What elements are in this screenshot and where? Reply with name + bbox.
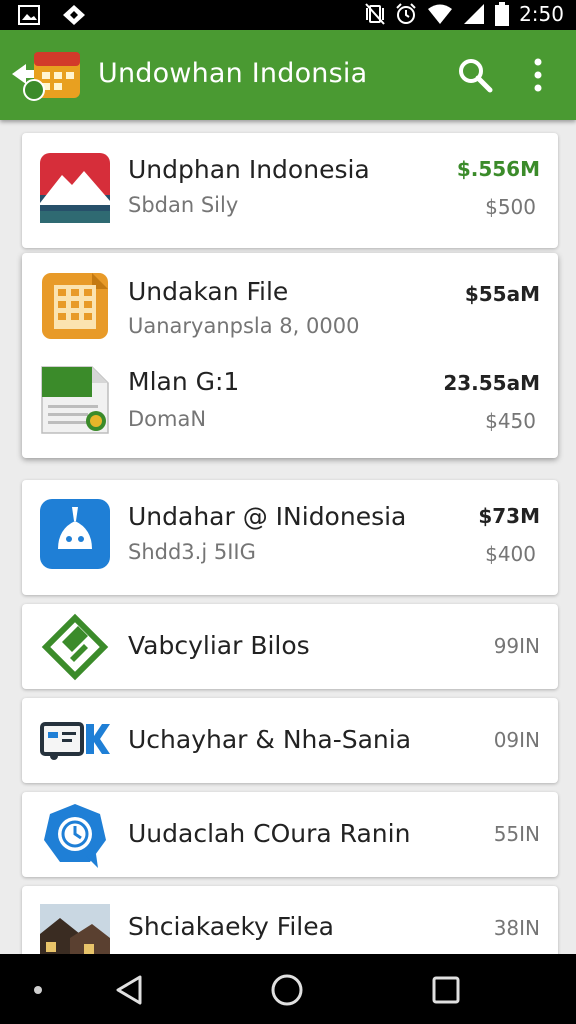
chat-clock-icon [44, 804, 106, 868]
app-bar: Undowhan Indonsia [0, 30, 576, 120]
home-icon[interactable] [270, 973, 304, 1007]
item-subtitle: DomaN [128, 407, 207, 431]
back-icon[interactable] [114, 974, 144, 1006]
list-item[interactable]: Uchayhar & Nha-Sania 09IN [22, 698, 558, 783]
item-value: $55aM [464, 282, 540, 306]
item-name: Mlan G:1 [128, 367, 240, 396]
item-name: Vabcyliar Bilos [128, 631, 310, 660]
item-value: $.556M [456, 157, 540, 181]
item-name: Undphan Indonesia [128, 155, 370, 184]
item-name: Uudaclah COura Ranin [128, 819, 411, 848]
app-title: Undowhan Indonsia [98, 58, 368, 89]
green-diamond-icon [41, 613, 109, 681]
list-item[interactable]: Undahar @ INidonesia Shdd3.j 5IIG $73M $… [22, 480, 558, 595]
alarm-icon [396, 3, 416, 24]
list-item[interactable]: Vabcyliar Bilos 99IN [22, 604, 558, 689]
item-name: Shciakaeky Filea [128, 912, 334, 941]
list-card: Undphan Indonesia Sbdan Sily $.556M $500 [22, 133, 558, 248]
list-item[interactable]: Mlan G:1 DomaN 23.55aM $450 [22, 353, 558, 458]
dot-icon [34, 986, 42, 994]
item-value: $73M [478, 504, 540, 528]
item-subtitle: Sbdan Sily [128, 193, 239, 217]
vibrate-icon [365, 3, 385, 25]
item-name: Undahar @ INidonesia [128, 502, 407, 531]
item-size: 55IN [493, 822, 540, 846]
item-name: Uchayhar & Nha-Sania [128, 725, 412, 754]
photo-icon [18, 5, 40, 25]
list-item[interactable]: Undphan Indonesia Sbdan Sily $.556M $500 [22, 133, 558, 248]
item-size: 99IN [493, 634, 540, 658]
list-card: Undakan File Uanaryanpsla 8, 0000 $55aM … [22, 253, 558, 458]
item-name: Undakan File [128, 277, 289, 306]
more-options-icon[interactable] [524, 56, 552, 94]
clock: 2:50 [519, 2, 564, 26]
blue-app-icon [40, 499, 110, 569]
item-size: 09IN [493, 728, 540, 752]
document-chart-icon [41, 366, 109, 434]
back-logo-icon[interactable] [10, 44, 86, 104]
notification-icon [63, 5, 85, 25]
navigation-bar [0, 954, 576, 1024]
item-subtitle: Uanaryanpsla 8, 0000 [128, 314, 360, 338]
list-card: Undahar @ INidonesia Shdd3.j 5IIG $73M $… [22, 480, 558, 595]
signal-icon [464, 4, 485, 24]
spreadsheet-icon [42, 273, 108, 339]
item-price: $500 [485, 195, 536, 219]
search-icon[interactable] [456, 56, 494, 94]
mountain-flag-icon [40, 153, 110, 223]
list-card: Uchayhar & Nha-Sania 09IN [22, 698, 558, 783]
recents-icon[interactable] [432, 976, 460, 1004]
item-price: $450 [485, 409, 536, 433]
item-price: $400 [485, 542, 536, 566]
list-item[interactable]: Undakan File Uanaryanpsla 8, 0000 $55aM [22, 253, 558, 353]
wifi-icon [428, 4, 453, 24]
status-bar: 2:50 [0, 0, 576, 30]
card-k-icon [40, 722, 110, 760]
battery-icon [495, 2, 510, 26]
list-card: Uudaclah COura Ranin 55IN [22, 792, 558, 877]
list-card: Vabcyliar Bilos 99IN [22, 604, 558, 689]
item-size: 38IN [493, 916, 540, 940]
list-item[interactable]: Uudaclah COura Ranin 55IN [22, 792, 558, 877]
item-subtitle: Shdd3.j 5IIG [128, 540, 256, 564]
item-value: 23.55aM [443, 371, 540, 395]
